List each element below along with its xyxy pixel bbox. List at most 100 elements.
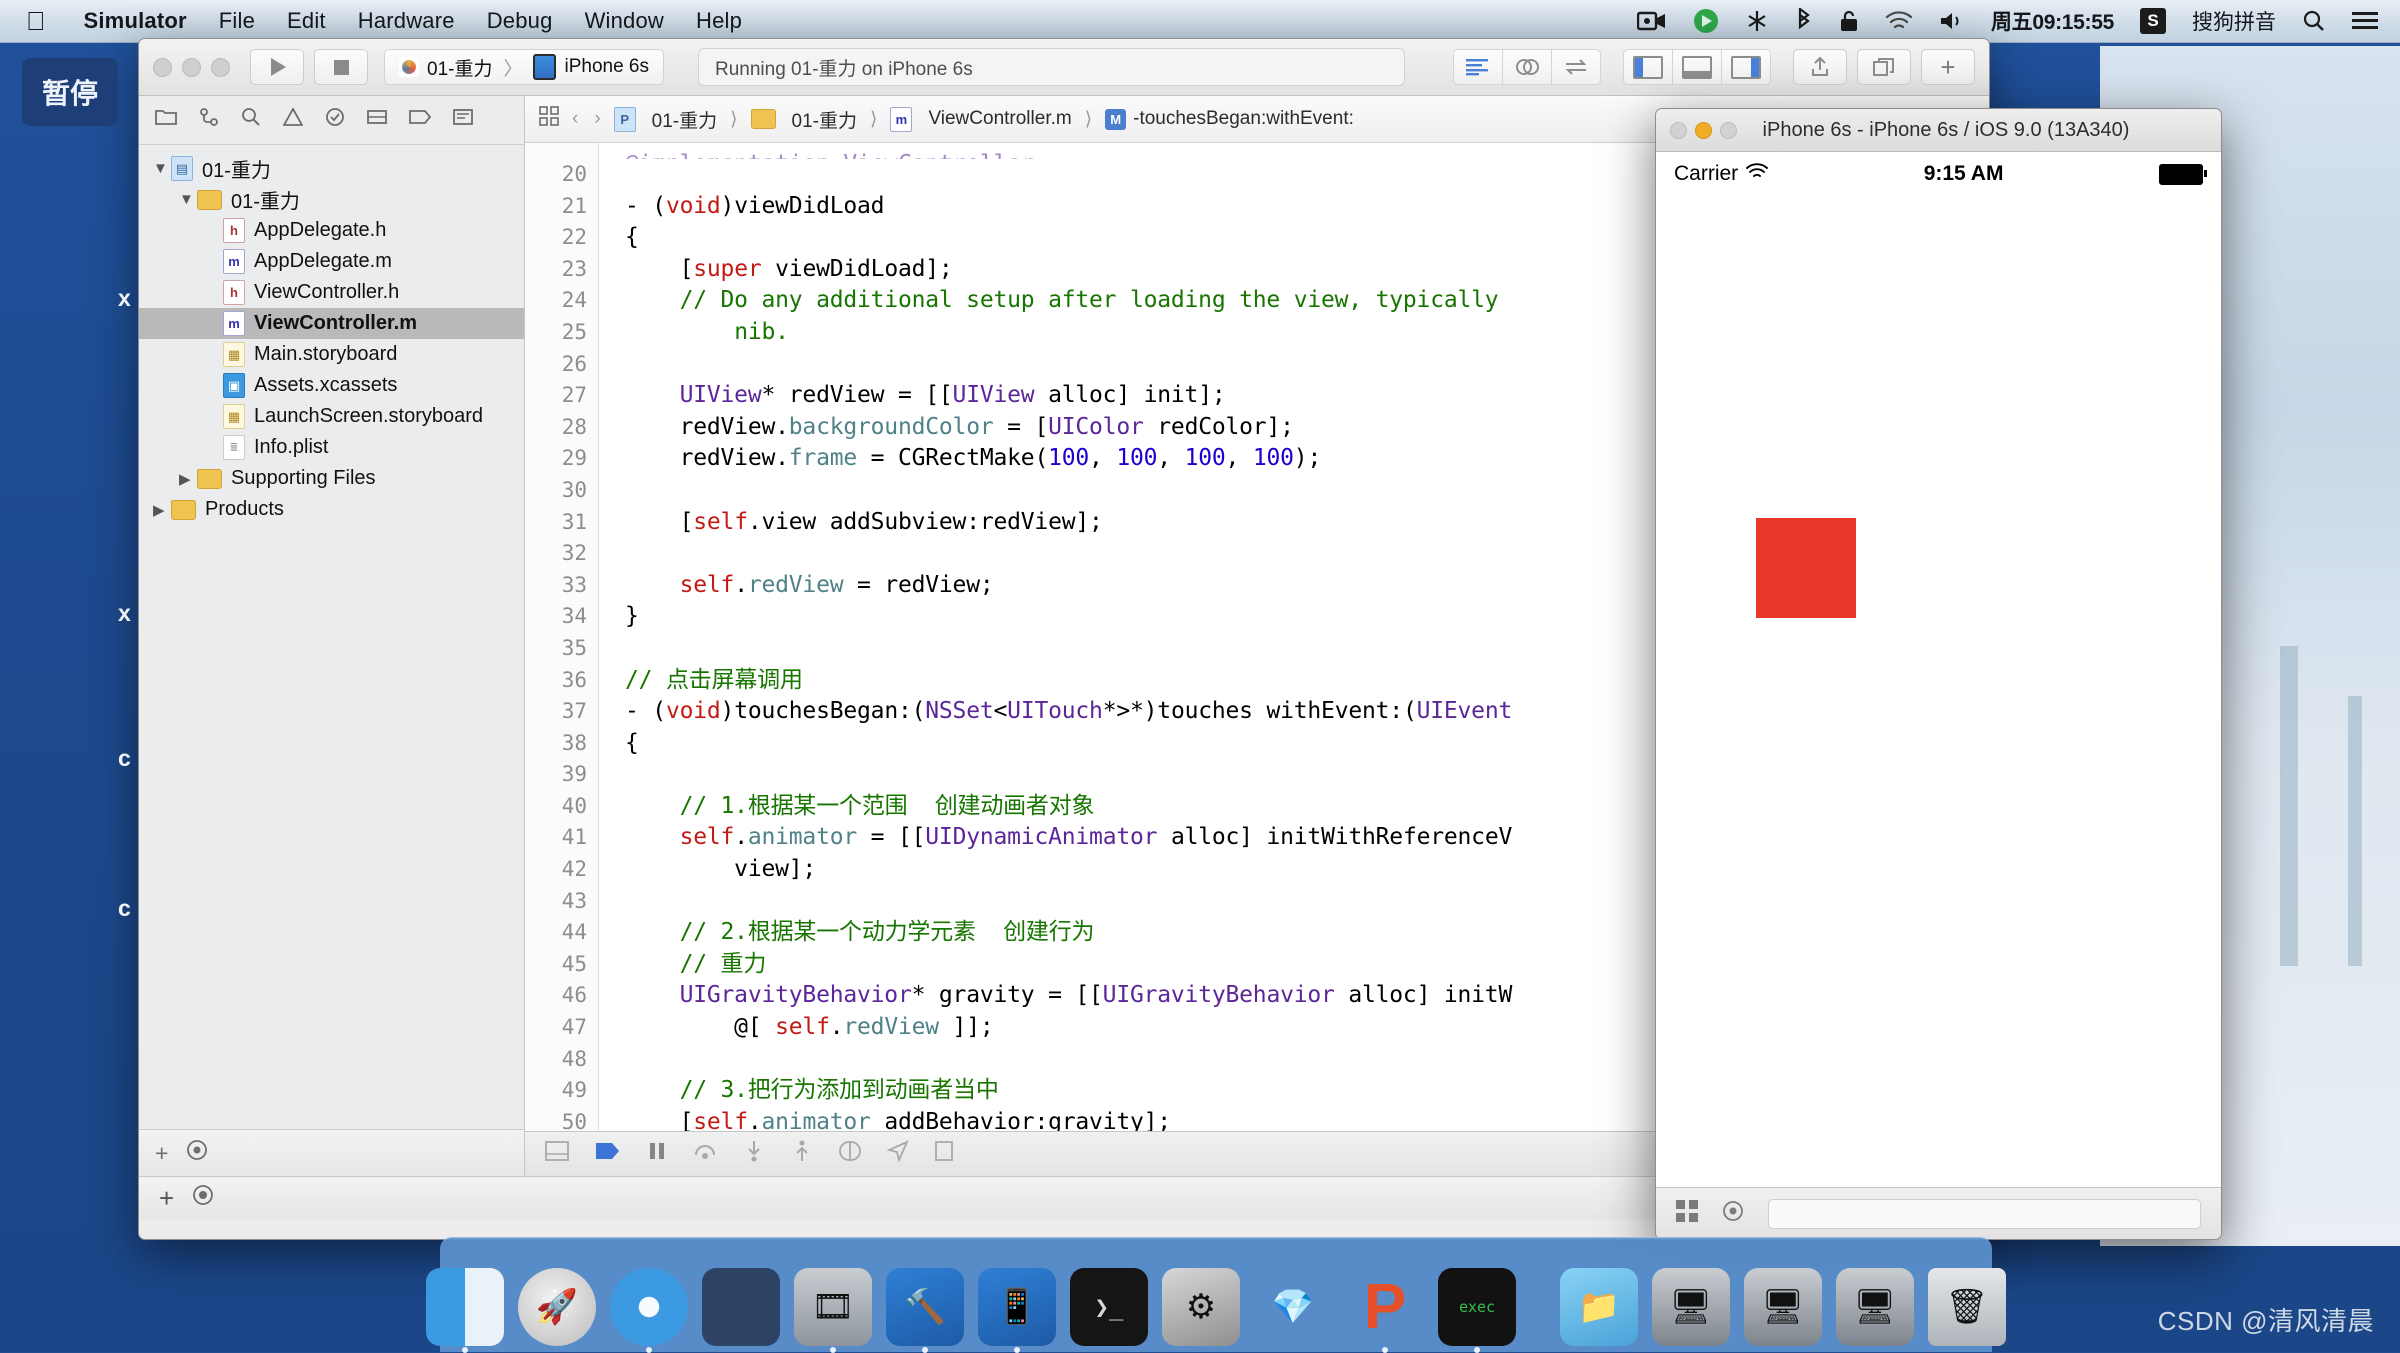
dock-item-xcode[interactable]: 🔨 — [886, 1268, 964, 1353]
continue-icon[interactable] — [595, 1141, 621, 1167]
dock-item-simulator[interactable]: 📱 — [978, 1268, 1056, 1353]
test-navigator-icon[interactable] — [325, 107, 345, 133]
apple-menu-icon[interactable]:  — [26, 6, 46, 37]
report-navigator-icon[interactable] — [453, 108, 473, 132]
show-debug-area-icon[interactable] — [545, 1141, 569, 1167]
menu-item-debug[interactable]: Debug — [471, 8, 569, 34]
toggle-utilities-button[interactable] — [1722, 49, 1771, 85]
run-button[interactable] — [250, 49, 304, 85]
menu-bar-clock[interactable]: 周五09:15:55 — [1978, 6, 2127, 36]
breadcrumb-project[interactable]: P 01-重力 — [613, 106, 717, 133]
notification-center-icon[interactable] — [2339, 11, 2400, 31]
menu-item-simulator[interactable]: Simulator — [68, 8, 203, 34]
menu-item-edit[interactable]: Edit — [271, 8, 342, 34]
simulator-title-bar[interactable]: iPhone 6s - iPhone 6s / iOS 9.0 (13A340) — [1656, 109, 2221, 152]
screen-recording-icon[interactable] — [1624, 10, 1680, 32]
window-zoom-button[interactable] — [211, 57, 230, 77]
toggle-navigator-button[interactable] — [1623, 49, 1673, 85]
window-close-button[interactable] — [153, 57, 172, 77]
breadcrumb-file[interactable]: m ViewController.m — [890, 106, 1072, 132]
add-icon[interactable]: + — [155, 1140, 168, 1167]
dock-item-launchpad[interactable]: 🚀 — [518, 1268, 596, 1346]
share-button[interactable] — [1793, 49, 1847, 85]
navigator-row[interactable]: ▶ Products — [139, 494, 524, 525]
red-view-square[interactable] — [1756, 518, 1856, 618]
pause-button[interactable]: 暂停 — [22, 58, 118, 126]
dock-item-sketch[interactable]: 💎 — [1254, 1268, 1332, 1346]
window-minimize-button[interactable] — [182, 57, 201, 77]
memory-gauge-icon[interactable] — [935, 1141, 953, 1167]
pause-icon[interactable] — [647, 1141, 667, 1167]
dock-item-terminal[interactable]: ❯_ — [1070, 1268, 1148, 1346]
step-over-icon[interactable] — [693, 1141, 717, 1167]
navigator-row[interactable]: ▼ ▤ 01-重力 — [139, 153, 524, 184]
source-control-icon[interactable] — [199, 108, 219, 132]
dock-item-paragon-app[interactable]: P — [1346, 1268, 1424, 1353]
dock-item-downloads-folder[interactable]: 📁 — [1560, 1268, 1638, 1346]
green-play-icon[interactable] — [1680, 8, 1732, 34]
navigator-row[interactable]: ≣ Info.plist — [139, 432, 524, 463]
simulator-zoom-button[interactable] — [1720, 121, 1737, 139]
dock-item-screen-share-2[interactable]: 🖥 — [1744, 1268, 1822, 1346]
dock-item-screen-share-3[interactable]: 🖥 — [1836, 1268, 1914, 1346]
input-method-label[interactable]: 搜狗拼音 — [2179, 6, 2289, 36]
navigator-row[interactable]: ▦ LaunchScreen.storyboard — [139, 401, 524, 432]
simulator-minimize-button[interactable] — [1695, 121, 1712, 139]
sogou-input-badge[interactable]: S — [2127, 8, 2179, 34]
dock-item-exec-app[interactable]: exec — [1438, 1268, 1516, 1353]
simulator-footer-field[interactable] — [1768, 1199, 2201, 1229]
navigator-row[interactable]: ▣ Assets.xcassets — [139, 370, 524, 401]
add-icon[interactable]: + — [159, 1183, 174, 1214]
menu-item-help[interactable]: Help — [680, 8, 758, 34]
simulator-close-button[interactable] — [1670, 121, 1687, 139]
version-editor-button[interactable] — [1552, 49, 1601, 85]
dock-item-safari[interactable] — [610, 1268, 688, 1353]
folder-icon[interactable] — [155, 108, 177, 132]
step-into-icon[interactable] — [743, 1140, 765, 1168]
view-hierarchy-icon[interactable] — [839, 1141, 861, 1167]
lock-icon[interactable] — [1826, 9, 1872, 33]
related-files-icon[interactable] — [539, 106, 559, 132]
dock-item-screen-share-1[interactable]: 🖥 — [1652, 1268, 1730, 1346]
step-out-icon[interactable] — [791, 1140, 813, 1168]
dock-item-quicktime-player[interactable]: 🎞 — [794, 1268, 872, 1353]
dock-item-mouse-app[interactable] — [702, 1268, 780, 1346]
navigator-row[interactable]: ▶ Supporting Files — [139, 463, 524, 494]
organizer-button[interactable] — [1857, 49, 1911, 85]
filter-icon[interactable] — [186, 1139, 208, 1167]
add-editor-button[interactable]: + — [1921, 49, 1975, 85]
navigator-row[interactable]: m AppDelegate.m — [139, 246, 524, 277]
disclosure-closed-icon[interactable]: ▶ — [179, 470, 197, 488]
standard-editor-button[interactable] — [1453, 49, 1503, 85]
scheme-selector[interactable]: 01-重力 〉 iPhone 6s — [384, 49, 664, 85]
navigator-row[interactable]: m ViewController.m — [139, 308, 524, 339]
dock-item-system-preferences[interactable]: ⚙ — [1162, 1268, 1240, 1346]
search-icon[interactable] — [2289, 9, 2339, 33]
wifi-icon[interactable] — [1872, 10, 1926, 32]
navigator-file-tree[interactable]: ▼ ▤ 01-重力 ▼ 01-重力 h AppDelegate.h m AppDelegate.… — [139, 145, 524, 1129]
jump-bar-forward-button[interactable]: › — [594, 108, 600, 130]
issue-navigator-icon[interactable] — [282, 107, 304, 132]
navigator-row[interactable]: ▦ Main.storyboard — [139, 339, 524, 370]
disclosure-open-icon[interactable]: ▼ — [153, 160, 171, 177]
navigator-row[interactable]: ▼ 01-重力 — [139, 184, 524, 215]
airplay-icon[interactable] — [1732, 9, 1782, 33]
menu-item-window[interactable]: Window — [569, 8, 680, 34]
disclosure-closed-icon[interactable]: ▶ — [153, 501, 171, 519]
filter-icon[interactable] — [1722, 1200, 1744, 1228]
ios-simulator-window[interactable]: iPhone 6s - iPhone 6s / iOS 9.0 (13A340)… — [1655, 108, 2222, 1240]
jump-bar-back-button[interactable]: ‹ — [572, 108, 578, 130]
dock-item-trash[interactable]: 🗑 — [1928, 1268, 2006, 1346]
project-navigator[interactable]: ▼ ▤ 01-重力 ▼ 01-重力 h AppDelegate.h m AppDelegate.… — [139, 96, 525, 1176]
grid-icon[interactable] — [1676, 1200, 1698, 1228]
bluetooth-icon[interactable] — [1782, 8, 1826, 34]
search-icon[interactable] — [241, 107, 261, 133]
debug-navigator-icon[interactable] — [367, 108, 387, 132]
record-icon[interactable] — [192, 1184, 214, 1212]
stop-button[interactable] — [314, 49, 368, 85]
dock-item-finder[interactable] — [426, 1268, 504, 1353]
toggle-debug-area-button[interactable] — [1673, 49, 1722, 85]
disclosure-open-icon[interactable]: ▼ — [179, 191, 197, 208]
navigator-row[interactable]: h AppDelegate.h — [139, 215, 524, 246]
navigator-row[interactable]: h ViewController.h — [139, 277, 524, 308]
